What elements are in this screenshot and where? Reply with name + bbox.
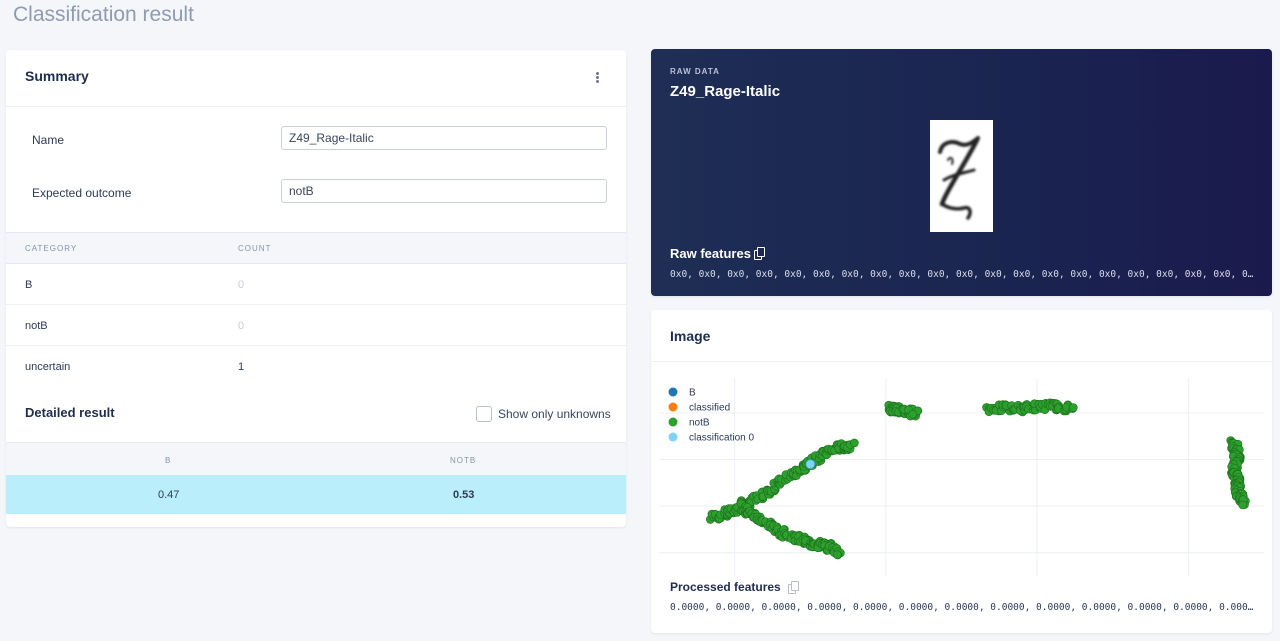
processed-features-title: Processed features: [670, 580, 781, 594]
category-cell: notB: [25, 320, 48, 332]
name-label: Name: [32, 133, 65, 147]
legend-label[interactable]: classified: [689, 403, 730, 414]
table-row: uncertain 1: [6, 346, 626, 387]
category-cell: uncertain: [25, 361, 71, 373]
category-column-header: CATEGORY: [25, 244, 78, 253]
more-options-icon[interactable]: [596, 72, 600, 86]
expected-outcome-label: Expected outcome: [32, 186, 132, 200]
divider: [651, 361, 1272, 362]
b-column-header: B: [165, 456, 172, 465]
legend-marker: [668, 387, 678, 397]
plot-grid: [659, 378, 1264, 576]
copy-raw-features-icon[interactable]: [754, 247, 766, 260]
summary-title: Summary: [25, 68, 89, 84]
table-row: notB 0: [6, 305, 626, 346]
page-title: Classification result: [13, 3, 194, 26]
legend-label[interactable]: B: [689, 388, 696, 399]
scatter-point: [850, 438, 859, 448]
count-cell: 0: [238, 279, 245, 291]
notb-score-cell: 0.53: [453, 489, 475, 501]
processed-features-values: 0.0000, 0.0000, 0.0000, 0.0000, 0.0000, …: [670, 602, 1254, 613]
sample-image: [930, 120, 993, 232]
raw-data-title: Z49_Rage-Italic: [670, 83, 781, 100]
scatter-point: [805, 459, 816, 470]
name-field-row: Name: [6, 126, 626, 152]
detailed-result-title: Detailed result: [25, 405, 115, 420]
copy-processed-features-icon[interactable]: [788, 581, 800, 594]
b-score-cell: 0.47: [158, 489, 180, 501]
show-only-unknowns-checkbox[interactable]: [476, 406, 492, 422]
show-only-unknowns-label: Show only unknowns: [498, 407, 611, 421]
handwritten-z-glyph: [938, 136, 980, 220]
raw-data-kicker: RAW DATA: [670, 67, 720, 76]
legend-label[interactable]: notB: [689, 418, 710, 429]
notb-column-header: NOTB: [450, 456, 477, 465]
scatter-point: [833, 550, 842, 560]
raw-data-card: RAW DATA Z49_Rage-Italic Raw features 0x…: [651, 49, 1272, 296]
raw-features-label: Raw features: [670, 246, 751, 261]
category-table-header: CATEGORY COUNT: [6, 232, 626, 264]
scatter-point: [908, 409, 918, 419]
embedding-scatter-plot[interactable]: Bclassified notB classification 0: [651, 372, 1272, 577]
legend-marker: [668, 402, 678, 412]
expected-outcome-row: Expected outcome: [6, 179, 626, 205]
summary-header: Summary: [6, 50, 626, 107]
count-column-header: COUNT: [238, 244, 272, 253]
scatter-point: [1238, 500, 1248, 510]
table-row: B 0: [6, 264, 626, 305]
summary-card: Summary Name Expected outcome CATEGORY C…: [6, 50, 626, 527]
result-row[interactable]: 0.47 0.53: [6, 475, 626, 514]
count-cell: 0: [238, 320, 245, 332]
plot-points: [705, 398, 1250, 560]
legend-marker: [668, 417, 678, 427]
image-card: Image Bclassified notB classification 0 Pr…: [651, 310, 1272, 633]
result-table-header: B NOTB: [6, 442, 626, 475]
plot-legend[interactable]: Bclassified notB classification 0: [668, 387, 755, 444]
raw-features-values: 0x0, 0x0, 0x0, 0x0, 0x0, 0x0, 0x0, 0x0, …: [670, 269, 1254, 280]
image-panel-title: Image: [670, 328, 711, 344]
legend-label[interactable]: classification 0: [689, 433, 754, 444]
count-cell: 1: [238, 361, 245, 373]
name-input[interactable]: [281, 126, 607, 150]
raw-features-title: Raw features: [670, 246, 751, 261]
category-cell: B: [25, 279, 33, 291]
legend-marker: [668, 432, 678, 442]
expected-outcome-input[interactable]: [281, 179, 607, 203]
scatter-point: [1068, 403, 1078, 412]
